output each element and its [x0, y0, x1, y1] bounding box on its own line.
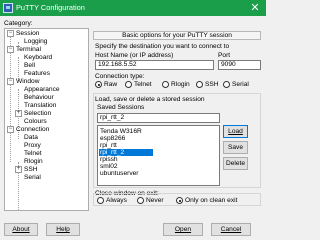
save-button[interactable]: Save	[223, 141, 248, 154]
tree-line	[10, 37, 11, 162]
collapse-icon[interactable]: −	[7, 46, 14, 53]
delete-button-label: Delete	[225, 160, 246, 167]
radio-ssh-label: SSH	[205, 81, 219, 88]
delete-button[interactable]: Delete	[223, 157, 248, 170]
sessions-list[interactable]: Tenda W316R esp8266 rpi_rtt rpi_rtt_2 rp…	[97, 125, 220, 186]
about-button-label: About	[12, 226, 30, 233]
tree-node-proxy[interactable]: Proxy	[24, 142, 41, 149]
session-item[interactable]: ubuntuserver	[99, 170, 153, 177]
tree-node-behaviour[interactable]: Behaviour	[24, 94, 54, 101]
collapse-icon[interactable]: −	[7, 30, 14, 37]
tree-node-colours[interactable]: Colours	[24, 118, 47, 125]
session-item[interactable]: rpi_rtt	[99, 142, 153, 149]
radio-telnet-label: Telnet	[134, 81, 152, 88]
radio-always-label: Always	[106, 197, 127, 204]
session-panel-header: Basic options for your PuTTY session	[93, 31, 261, 40]
radio-rlogin[interactable]	[162, 81, 169, 88]
saved-sessions-label: Saved Sessions	[97, 104, 145, 111]
putty-app-icon	[3, 3, 13, 13]
radio-telnet[interactable]	[125, 81, 132, 88]
tree-label: SSH	[24, 166, 38, 173]
session-item-selected[interactable]: rpi_rtt_2	[99, 149, 153, 156]
title-bar[interactable]: PuTTY Configuration ✕	[0, 0, 266, 16]
category-tree[interactable]: − Session Logging − Terminal Keyboard Be…	[4, 28, 89, 211]
tree-node-bell[interactable]: Bell	[24, 62, 35, 69]
tree-node-appearance[interactable]: Appearance	[24, 86, 60, 93]
close-icon[interactable]: ✕	[244, 0, 266, 16]
save-button-label: Save	[227, 144, 244, 151]
port-label: Port	[218, 52, 231, 59]
radio-always[interactable]	[97, 197, 104, 204]
radio-only-clean-exit-label: Only on clean exit	[185, 197, 238, 204]
host-name-label: Host Name (or IP address)	[95, 52, 174, 59]
connection-type-label: Connection type:	[95, 73, 145, 80]
tree-label: Window	[16, 78, 40, 85]
tree-label: Terminal	[16, 46, 41, 53]
tree-label: Session	[16, 30, 40, 37]
cancel-button-label: Cancel	[220, 226, 242, 233]
tree-node-telnet[interactable]: Telnet	[24, 150, 42, 157]
radio-raw[interactable]	[95, 81, 102, 88]
radio-rlogin-label: Rlogin	[171, 81, 190, 88]
session-item[interactable]: esp8266	[99, 135, 153, 142]
session-item[interactable]: rpissh	[99, 156, 153, 163]
destination-label: Specify the destination you want to conn…	[95, 43, 230, 50]
port-input[interactable]: 9090	[218, 60, 261, 70]
host-name-input[interactable]: 192.168.5.52	[95, 60, 214, 70]
tree-node-data[interactable]: Data	[24, 134, 38, 141]
category-label: Category:	[4, 20, 33, 27]
session-item[interactable]: sml02	[99, 163, 153, 170]
session-item[interactable]: Tenda W316R	[99, 128, 153, 135]
radio-never-label: Never	[146, 197, 164, 204]
radio-serial-label: Serial	[232, 81, 249, 88]
help-button-label: Help	[56, 226, 70, 233]
tree-label: Selection	[24, 110, 52, 117]
cancel-button[interactable]: Cancel	[211, 223, 251, 236]
radio-serial[interactable]	[223, 81, 230, 88]
collapse-icon[interactable]: −	[7, 78, 14, 85]
load-button[interactable]: Load	[223, 125, 248, 138]
tree-node-features[interactable]: Features	[24, 70, 50, 77]
radio-ssh[interactable]	[196, 81, 203, 88]
about-button[interactable]: About	[4, 223, 38, 236]
radio-only-clean-exit[interactable]	[176, 197, 183, 204]
open-button[interactable]: Open	[163, 223, 203, 236]
tree-label: Connection	[16, 126, 50, 133]
expand-icon[interactable]: +	[15, 166, 22, 173]
collapse-icon[interactable]: −	[7, 126, 14, 133]
window-title: PuTTY Configuration	[16, 3, 85, 12]
radio-raw-label: Raw	[104, 81, 118, 88]
tree-node-translation[interactable]: Translation	[24, 102, 56, 109]
load-button-label: Load	[228, 128, 243, 135]
open-button-label: Open	[174, 226, 192, 233]
help-button[interactable]: Help	[46, 223, 80, 236]
tree-node-serial[interactable]: Serial	[24, 174, 41, 181]
expand-icon[interactable]: +	[15, 110, 22, 117]
saved-session-input[interactable]: rpi_rtt_2	[97, 113, 220, 123]
tree-node-logging[interactable]: Logging	[24, 38, 47, 45]
radio-never[interactable]	[137, 197, 144, 204]
tree-node-rlogin[interactable]: Rlogin	[24, 158, 43, 165]
tree-node-keyboard[interactable]: Keyboard	[24, 54, 52, 61]
